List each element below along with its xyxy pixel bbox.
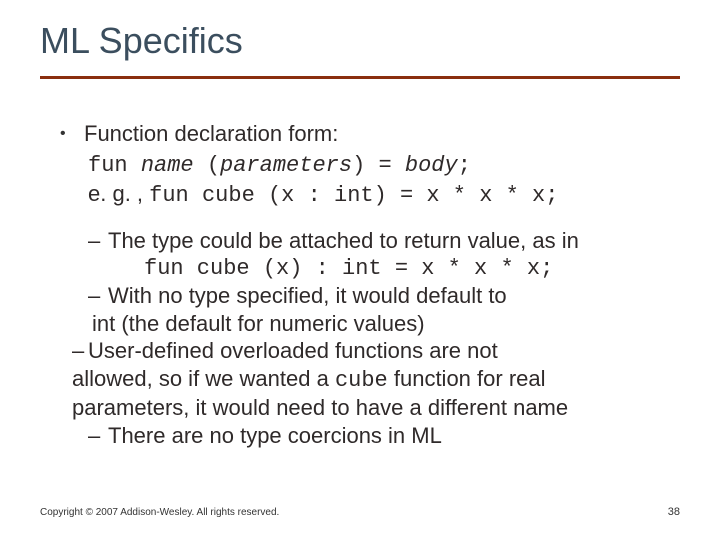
sub-3-text-b: allowed, so if we wanted a cube function… [72, 365, 670, 395]
sub-1: – The type could be attached to return v… [88, 227, 670, 255]
dash-icon: – [88, 227, 108, 255]
bullet-dot-icon: • [60, 120, 84, 148]
form-mid: ) = [352, 153, 405, 178]
sub-1-code: fun cube (x) : int = x * x * x; [144, 255, 670, 283]
dash-icon: – [88, 422, 108, 450]
form-body: body [405, 153, 458, 178]
title-rule [40, 76, 680, 79]
sub-3b-code: cube [335, 368, 388, 393]
example-line: e. g. , fun cube (x : int) = x * x * x; [88, 180, 670, 210]
eg-code: fun cube (x : int) = x * x * x; [149, 183, 558, 208]
bullet-1-text: Function declaration form: [84, 120, 670, 148]
footer-copyright: Copyright © 2007 Addison-Wesley. All rig… [40, 507, 279, 518]
sub-4-text: There are no type coercions in ML [108, 422, 670, 450]
sub-2-text-b: int (the default for numeric values) [92, 310, 670, 338]
sub-list: – The type could be attached to return v… [88, 227, 670, 449]
sub-3-text-a: User-defined overloaded functions are no… [88, 337, 670, 365]
sub-3b-post: function for real [388, 366, 546, 391]
sub-2-text-a: With no type specified, it would default… [108, 282, 670, 310]
bullet-1: • Function declaration form: [60, 120, 670, 148]
page-number: 38 [668, 506, 680, 518]
function-form-line: fun name (parameters) = body; [88, 150, 670, 180]
slide-title: ML Specifics [40, 20, 243, 62]
form-name: name [141, 153, 194, 178]
sub-3-text-c: parameters, it would need to have a diff… [72, 394, 670, 422]
sub-3: – User-defined overloaded functions are … [88, 337, 670, 365]
slide: ML Specifics • Function declaration form… [0, 0, 720, 540]
form-fun: fun [88, 153, 141, 178]
dash-icon: – [88, 282, 108, 310]
sub-1-text: The type could be attached to return val… [108, 227, 670, 255]
form-params: parameters [220, 153, 352, 178]
sub-2: – With no type specified, it would defau… [88, 282, 670, 310]
sub-4: – There are no type coercions in ML [88, 422, 670, 450]
form-end: ; [458, 153, 471, 178]
sub-3b-pre: allowed, so if we wanted a [72, 366, 335, 391]
slide-content: • Function declaration form: fun name (p… [60, 120, 670, 449]
form-paren: ( [194, 153, 220, 178]
eg-prefix: e. g. , [88, 181, 149, 206]
